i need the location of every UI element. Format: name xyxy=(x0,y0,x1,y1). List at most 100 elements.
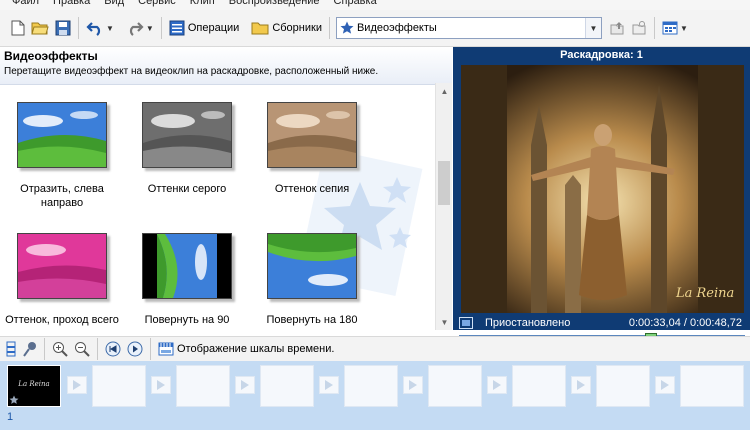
new-file-icon xyxy=(11,20,25,36)
effect-star-icon xyxy=(9,395,19,404)
scroll-up-icon[interactable]: ▲ xyxy=(436,83,452,99)
main-toolbar: ▼ ▼ Операции Сборники Видеоэффекты ▼ ▼ xyxy=(0,10,750,47)
storyboard-clip[interactable]: La Reina xyxy=(7,365,61,407)
video-frame: La Reina xyxy=(461,65,744,313)
toolbar-separator xyxy=(150,338,151,360)
effects-subtitle: Перетащите видеоэффект на видеоклип на р… xyxy=(4,66,379,77)
transition-arrow-icon xyxy=(577,380,585,390)
chevron-down-icon: ▼ xyxy=(106,23,114,33)
effect-item[interactable]: Повернуть на 90 xyxy=(127,233,247,327)
toolbar-separator xyxy=(44,338,45,360)
collection-select[interactable]: Видеоэффекты ▼ xyxy=(335,17,602,39)
transition-arrow-icon xyxy=(493,380,501,390)
effect-item[interactable]: Оттенок, проход всего xyxy=(2,233,122,327)
storyboard-slot[interactable] xyxy=(680,365,744,407)
up-level-button[interactable] xyxy=(606,16,628,40)
video-caption: La Reina xyxy=(675,286,734,301)
monitor-icon xyxy=(459,317,473,332)
clip-number: 1 xyxy=(7,411,14,423)
effect-label: Повернуть на 90 xyxy=(144,314,230,326)
zoom-in-button[interactable] xyxy=(49,337,71,361)
menu-item[interactable]: Вид xyxy=(104,0,124,7)
transition-arrow-icon xyxy=(241,380,249,390)
effect-item[interactable]: Отразить, слева направо xyxy=(2,102,122,210)
storyboard-slot[interactable] xyxy=(428,365,482,407)
collections-label: Сборники xyxy=(272,22,322,34)
thumbnails-view-icon xyxy=(662,21,678,35)
new-project-button[interactable] xyxy=(8,16,28,40)
effect-thumbnail xyxy=(17,233,107,299)
menu-item[interactable]: Клип xyxy=(190,0,215,7)
rewind-storyboard-button[interactable] xyxy=(102,337,124,361)
effect-label: Оттенок сепия xyxy=(274,183,350,195)
save-project-button[interactable] xyxy=(52,16,74,40)
menu-item[interactable]: Справка xyxy=(334,0,377,7)
storyboard-toolbar: Отображение шкалы времени. xyxy=(0,336,750,362)
effect-item[interactable]: Оттенок сепия xyxy=(252,102,372,196)
effect-thumbnail xyxy=(17,102,107,168)
effects-title: Видеоэффекты xyxy=(4,49,98,63)
chevron-down-icon[interactable]: ▼ xyxy=(584,18,601,38)
folder-up-icon xyxy=(610,22,624,35)
storyboard-slot[interactable] xyxy=(512,365,566,407)
menu-item[interactable]: Файл xyxy=(12,0,39,7)
transition-slot[interactable] xyxy=(571,376,591,394)
storyboard-slot[interactable] xyxy=(176,365,230,407)
transition-slot[interactable] xyxy=(67,376,87,394)
storyboard-slot[interactable] xyxy=(344,365,398,407)
star-icon xyxy=(340,21,354,34)
microphone-icon xyxy=(23,342,36,357)
skip-back-icon xyxy=(105,341,121,357)
effect-thumbnail xyxy=(142,233,232,299)
zoom-in-icon xyxy=(53,342,68,357)
operations-button[interactable]: Операции xyxy=(166,16,242,40)
playback-status: Приостановлено xyxy=(485,317,571,329)
save-icon xyxy=(55,20,71,36)
undo-button[interactable]: ▼ xyxy=(83,16,117,40)
video-frame-image: La Reina xyxy=(461,65,744,313)
collection-options-button[interactable] xyxy=(628,16,650,40)
effect-thumbnail xyxy=(267,102,357,168)
toolbar-separator xyxy=(653,17,655,39)
storyboard-slot[interactable] xyxy=(260,365,314,407)
playback-time: 0:00:33,04 / 0:00:48,72 xyxy=(628,317,742,329)
open-folder-icon xyxy=(31,22,49,35)
redo-button[interactable]: ▼ xyxy=(123,16,157,40)
view-options-button[interactable]: ▼ xyxy=(659,16,691,40)
transition-slot[interactable] xyxy=(655,376,675,394)
collection-select-value: Видеоэффекты xyxy=(356,22,437,34)
storyboard-slot[interactable] xyxy=(92,365,146,407)
scrollbar-thumb[interactable] xyxy=(438,161,450,205)
transition-arrow-icon xyxy=(325,380,333,390)
menu-item[interactable]: Правка xyxy=(53,0,90,7)
play-storyboard-button[interactable] xyxy=(124,337,146,361)
play-icon xyxy=(127,341,143,357)
open-project-button[interactable] xyxy=(28,16,52,40)
show-storyboard-tracks-button[interactable] xyxy=(2,337,20,361)
transition-slot[interactable] xyxy=(487,376,507,394)
transition-slot[interactable] xyxy=(319,376,339,394)
menu-item[interactable]: Сервис xyxy=(138,0,176,7)
effect-item[interactable]: Оттенки серого xyxy=(127,102,247,196)
chevron-down-icon: ▼ xyxy=(679,23,688,33)
collections-button[interactable]: Сборники xyxy=(248,16,325,40)
show-timeline-button[interactable]: Отображение шкалы времени. xyxy=(155,337,337,361)
collections-folder-icon xyxy=(251,22,269,35)
transition-slot[interactable] xyxy=(151,376,171,394)
narrate-button[interactable] xyxy=(20,337,40,361)
transition-arrow-icon xyxy=(73,380,81,390)
storyboard-slot[interactable] xyxy=(596,365,650,407)
zoom-out-button[interactable] xyxy=(71,337,93,361)
transition-slot[interactable] xyxy=(235,376,255,394)
storyboard-tracks-icon xyxy=(6,341,16,357)
effect-thumbnail xyxy=(142,102,232,168)
transition-slot[interactable] xyxy=(403,376,423,394)
menu-item[interactable]: Воспроизведение xyxy=(229,0,320,7)
zoom-out-icon xyxy=(75,342,90,357)
timeline-label: Отображение шкалы времени. xyxy=(177,343,335,355)
effect-item[interactable]: Повернуть на 180 xyxy=(252,233,372,327)
effects-scrollbar[interactable]: ▲ ▼ xyxy=(435,83,452,330)
transition-arrow-icon xyxy=(157,380,165,390)
scroll-down-icon[interactable]: ▼ xyxy=(436,314,452,330)
preview-title: Раскадровка: 1 xyxy=(560,49,643,61)
